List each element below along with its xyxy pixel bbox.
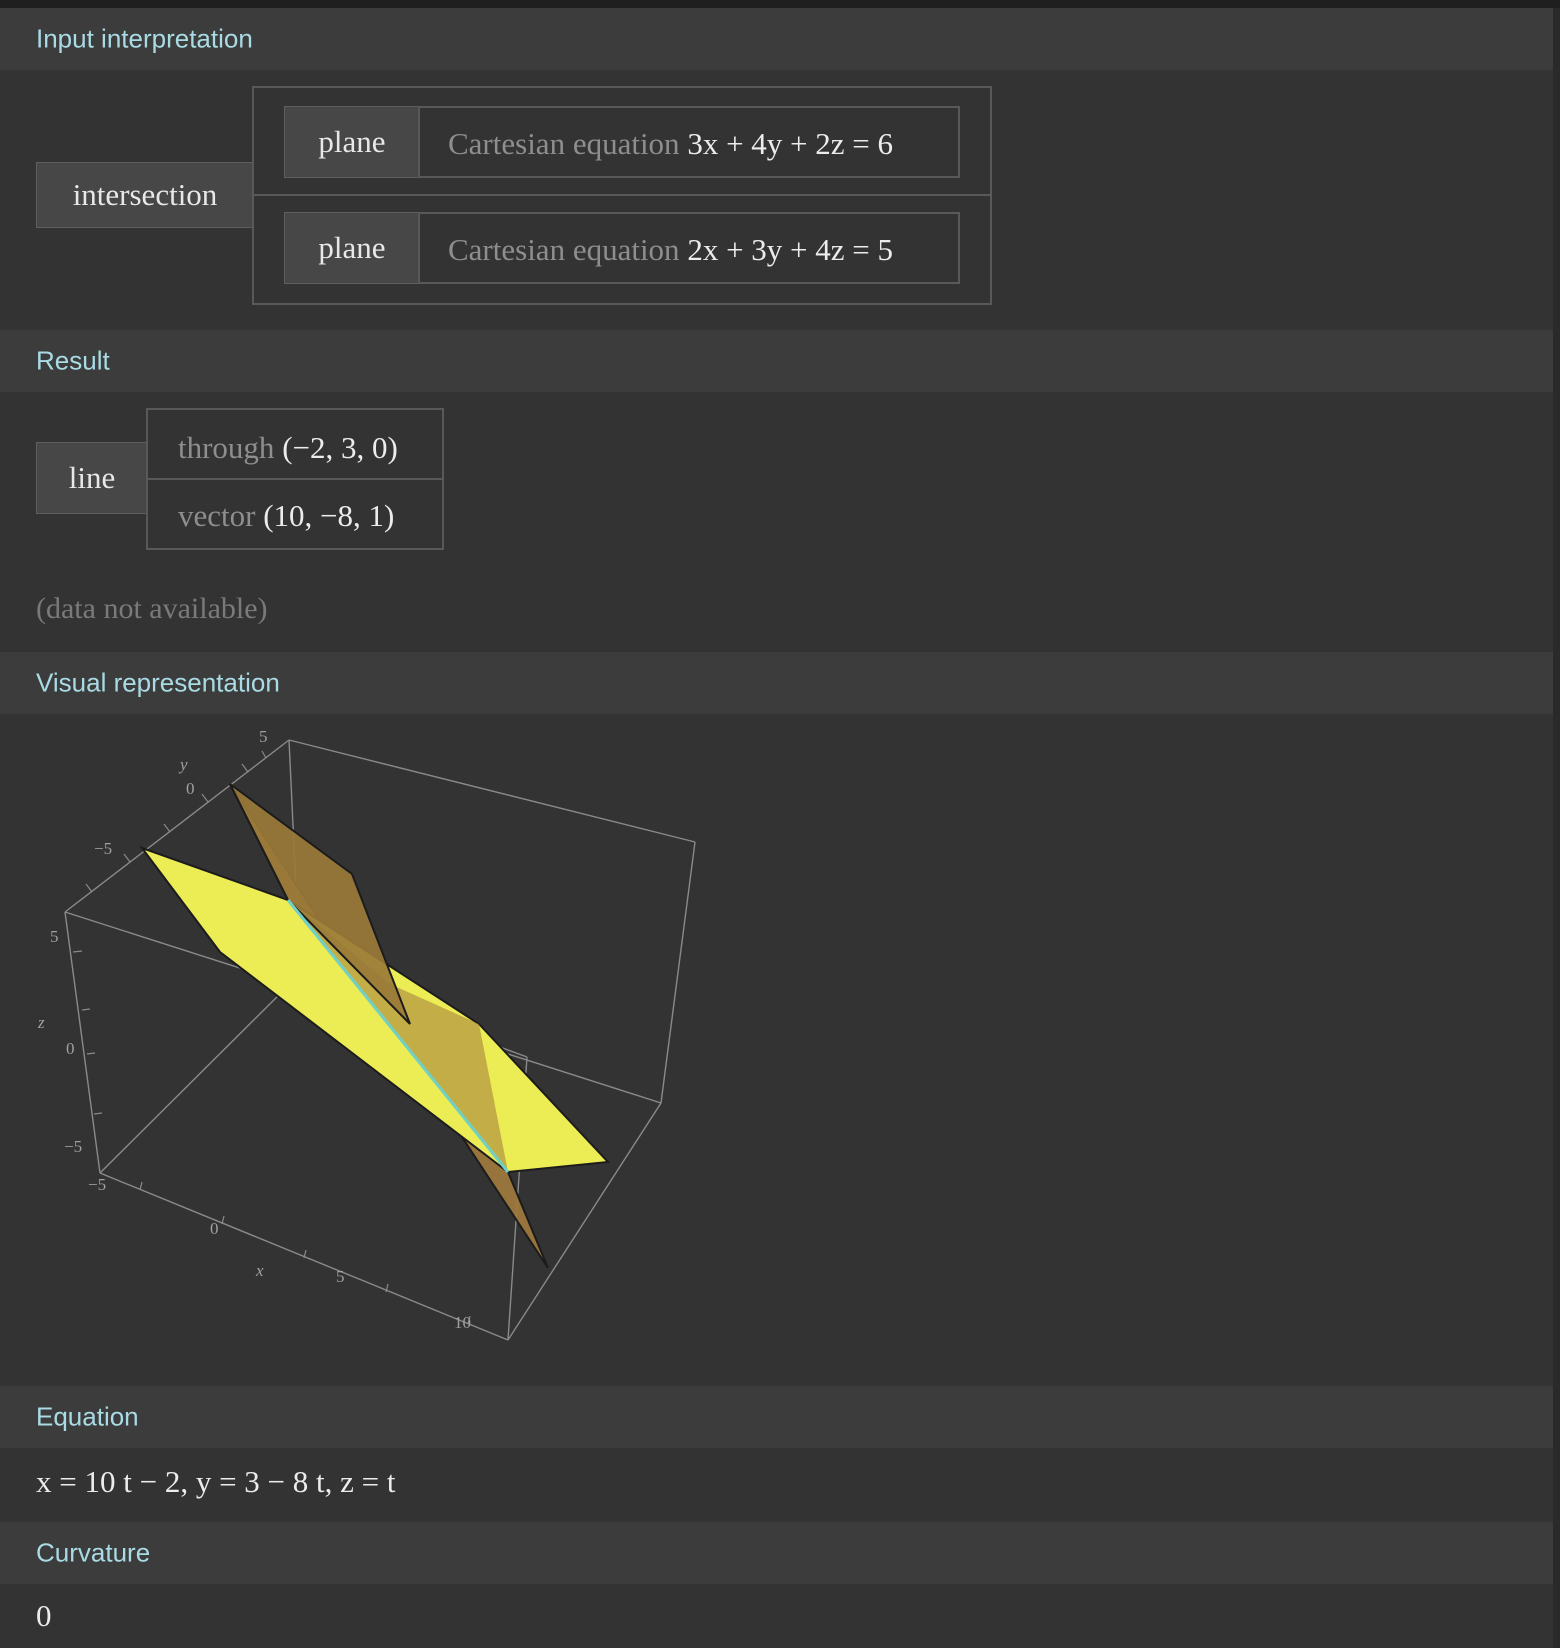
input-interpretation-pane: intersection plane Cartesian equation 3x… bbox=[0, 70, 1553, 330]
result-header: Result bbox=[0, 330, 1553, 392]
x-axis-label: x bbox=[255, 1261, 264, 1280]
plane-2-prefix: Cartesian equation bbox=[448, 232, 680, 267]
z-axis-label: z bbox=[37, 1013, 45, 1032]
plane-1-surface bbox=[139, 845, 611, 1174]
plane-2-label: plane bbox=[284, 212, 420, 284]
x-tick-neg5: −5 bbox=[88, 1175, 106, 1194]
curvature-pane: 0 bbox=[0, 1584, 1553, 1648]
curvature-value: 0 bbox=[36, 1598, 52, 1633]
y-tick-5: 5 bbox=[259, 727, 268, 746]
plane-1-prefix: Cartesian equation bbox=[448, 126, 680, 161]
plane-1-label: plane bbox=[284, 106, 420, 178]
through-label: through bbox=[178, 430, 275, 465]
z-tick-0: 0 bbox=[66, 1039, 75, 1058]
y-axis-label: y bbox=[178, 755, 188, 774]
visual-representation-title: Visual representation bbox=[36, 667, 280, 698]
line-details-frame: through (−2, 3, 0) vector (10, −8, 1) bbox=[146, 408, 444, 550]
x-tick-5: 5 bbox=[336, 1267, 345, 1286]
input-interpretation-header: Input interpretation bbox=[0, 8, 1553, 70]
result-title: Result bbox=[36, 345, 110, 376]
plane-2-equation: 2x + 3y + 4z = 5 bbox=[687, 232, 894, 267]
equation-header: Equation bbox=[0, 1386, 1553, 1448]
vector-value: (10, −8, 1) bbox=[263, 498, 395, 533]
input-interpretation-title: Input interpretation bbox=[36, 23, 253, 54]
intersection-label: intersection bbox=[36, 162, 254, 228]
vector-label: vector bbox=[178, 498, 256, 533]
y-tick-0: 0 bbox=[186, 779, 195, 798]
curvature-header: Curvature bbox=[0, 1522, 1553, 1584]
curvature-title: Curvature bbox=[36, 1537, 151, 1568]
y-tick-neg5: −5 bbox=[94, 839, 112, 858]
data-not-available-note: (data not available) bbox=[36, 592, 268, 625]
3d-plot[interactable]: y z x 5 0 −5 5 0 −5 −5 0 5 10 bbox=[30, 724, 730, 1344]
equation-title: Equation bbox=[36, 1401, 139, 1432]
z-tick-neg5: −5 bbox=[64, 1137, 82, 1156]
planes-divider bbox=[254, 194, 990, 196]
top-border bbox=[0, 0, 1560, 8]
line-details-divider bbox=[148, 478, 442, 480]
parametric-equation: x = 10 t − 2, y = 3 − 8 t, z = t bbox=[36, 1464, 396, 1499]
visual-representation-header: Visual representation bbox=[0, 652, 1553, 714]
plane-2-equation-box: Cartesian equation 2x + 3y + 4z = 5 bbox=[418, 212, 960, 284]
result-pane: line through (−2, 3, 0) vector (10, −8, … bbox=[0, 392, 1553, 652]
z-tick-5: 5 bbox=[50, 927, 59, 946]
line-label: line bbox=[36, 442, 148, 514]
x-tick-10: 10 bbox=[454, 1313, 471, 1332]
plane-1-equation-box: Cartesian equation 3x + 4y + 2z = 6 bbox=[418, 106, 960, 178]
plane-1-equation: 3x + 4y + 2z = 6 bbox=[687, 126, 894, 161]
equation-pane: x = 10 t − 2, y = 3 − 8 t, z = t bbox=[0, 1448, 1553, 1522]
x-tick-0: 0 bbox=[210, 1219, 219, 1238]
through-value: (−2, 3, 0) bbox=[282, 430, 398, 465]
